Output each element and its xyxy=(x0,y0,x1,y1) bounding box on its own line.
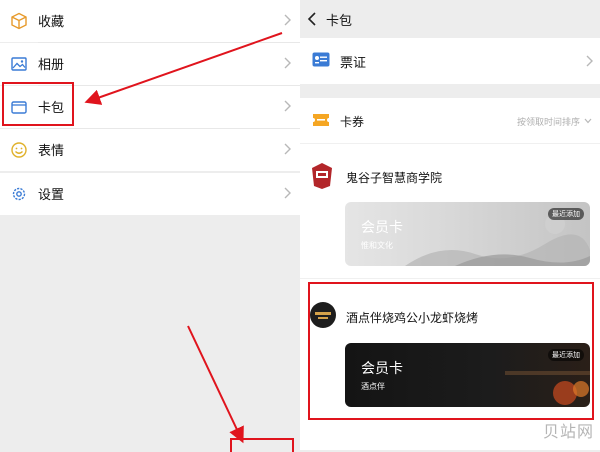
watermark: 贝站网 xyxy=(542,422,594,441)
divider xyxy=(300,143,600,144)
me-menu-panel: 收藏 相册 卡包 表情 设置 xyxy=(0,0,300,452)
card-pack-panel: 卡包 票证 卡券 按领取时间排序 鬼谷子智慧商学院 会员卡 惟和文化 最近添加 … xyxy=(300,0,600,450)
back-arrow-icon[interactable] xyxy=(306,11,318,27)
card-title: 会员卡 xyxy=(361,220,403,236)
arrow-to-bottom xyxy=(187,325,244,444)
tickets-label: 票证 xyxy=(340,56,367,71)
ticket-id-icon xyxy=(312,52,330,67)
card-subtitle: 惟和文化 xyxy=(361,241,393,250)
coupons-section: 卡券 按领取时间排序 鬼谷子智慧商学院 会员卡 惟和文化 最近添加 酒点伴烧鸡公… xyxy=(300,98,600,450)
divider xyxy=(300,278,600,279)
annotation-arrows xyxy=(84,32,283,444)
highlight-box-merchant xyxy=(308,282,594,420)
arrow-to-card-pack xyxy=(84,32,283,105)
tickets-row[interactable]: 票证 xyxy=(300,38,600,84)
sort-option[interactable]: 按领取时间排序 xyxy=(517,115,580,128)
page-title: 卡包 xyxy=(326,14,353,29)
membership-card[interactable]: 会员卡 惟和文化 最近添加 xyxy=(345,202,590,266)
chevron-down-icon xyxy=(584,118,592,124)
recently-added-badge: 最近添加 xyxy=(548,208,584,220)
coupon-icon xyxy=(313,114,329,126)
chevron-right-icon xyxy=(586,55,593,67)
merchant-name: 鬼谷子智慧商学院 xyxy=(346,171,443,185)
card-pack-header: 卡包 xyxy=(300,0,600,38)
merchant-logo xyxy=(310,162,334,189)
coupons-label: 卡券 xyxy=(340,115,365,129)
